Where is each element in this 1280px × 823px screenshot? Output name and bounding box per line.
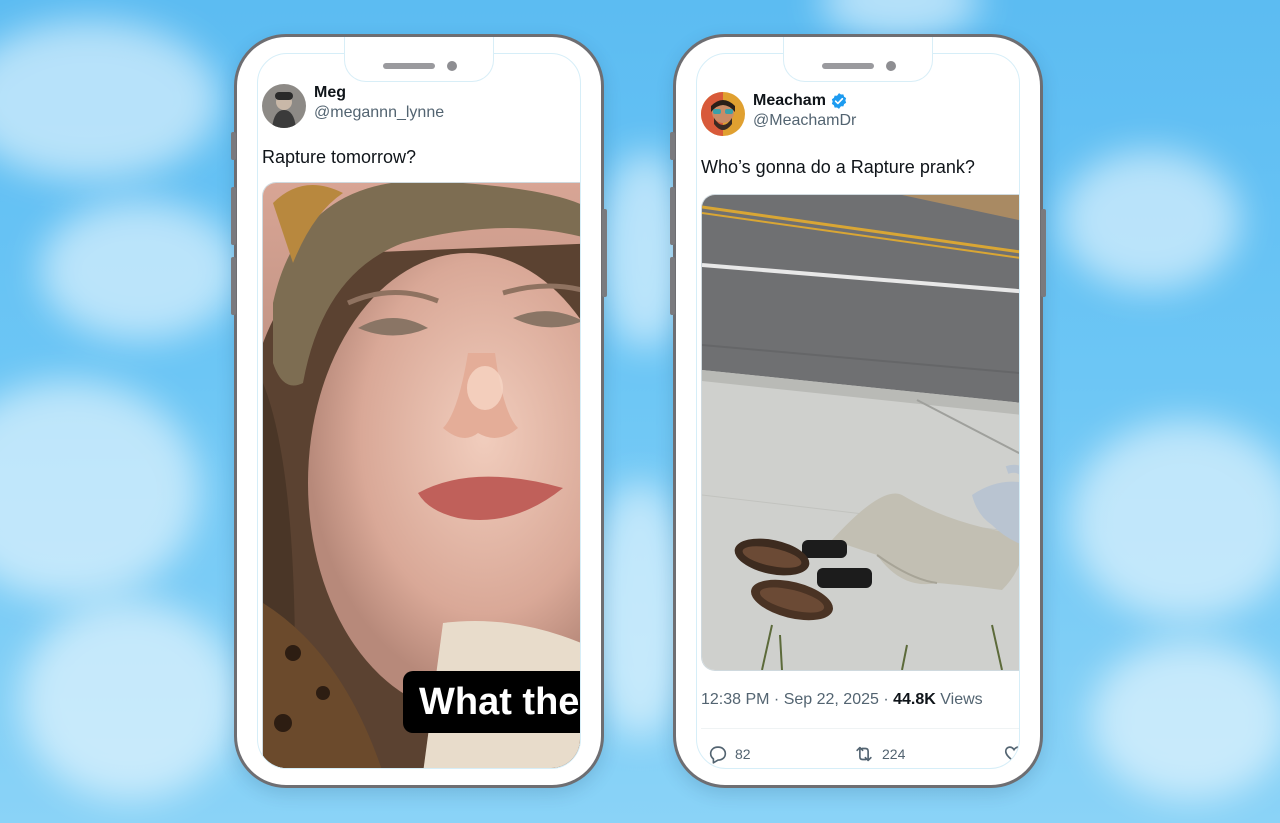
volume-up-button [670,187,675,245]
phone-frame-right: Meacham @MeachamDr Who’s gonna do a Rapt… [670,34,1046,788]
tweet-photo[interactable] [701,194,1019,671]
tweet-video[interactable]: What the [262,182,580,768]
display-name[interactable]: Meg [314,83,444,103]
phone-frame-left: Meg @megannn_lynne Rapture tomorrow? Wha… [231,34,607,788]
speaker-grill [822,63,874,69]
user-photo-avatar-icon [262,84,306,128]
tweet-text: Who’s gonna do a Rapture prank? [701,157,975,177]
speaker-grill [383,63,435,69]
mute-switch [231,132,236,160]
display-name[interactable]: Meacham [753,91,826,111]
video-caption: What the [403,671,580,733]
reply-icon [709,746,727,764]
retweet-button[interactable]: 224 [852,743,905,765]
views-count: 44.8K [893,691,936,708]
tweet-text: Rapture tomorrow? [262,147,417,167]
phone-notch [783,37,933,82]
volume-up-button [231,187,236,245]
front-camera [886,61,896,71]
volume-down-button [231,257,236,315]
volume-down-button [670,257,675,315]
tweet-time[interactable]: 12:38 PM · Sep 22, 2025 · [701,691,893,708]
reply-button[interactable]: 82 [707,743,751,765]
avatar[interactable] [262,84,306,128]
like-button[interactable] [1003,743,1019,765]
retweet-count: 224 [882,746,906,762]
reply-count: 82 [735,746,751,762]
verified-badge-icon [830,92,848,110]
video-caption-text: What the [419,680,580,723]
avatar[interactable] [701,92,745,136]
power-button [602,209,607,297]
tweet-screen: Meacham @MeachamDr Who’s gonna do a Rapt… [696,53,1020,769]
tweet-header: Meg @megannn_lynne [262,84,444,128]
tweet-timestamp: 12:38 PM · Sep 22, 2025 · 44.8K Views [701,691,983,709]
user-handle[interactable]: @megannn_lynne [314,103,444,123]
phone-notch [344,37,494,82]
front-camera [447,61,457,71]
power-button [1041,209,1046,297]
tweet-header: Meacham @MeachamDr [701,92,856,136]
user-photo-avatar-icon [701,92,745,136]
tweet-screen: Meg @megannn_lynne Rapture tomorrow? Wha… [257,53,581,769]
views-label: Views [935,691,983,708]
sidewalk-clothes-photo [702,195,1019,670]
user-handle[interactable]: @MeachamDr [753,111,856,131]
mute-switch [670,132,675,160]
retweet-icon [856,746,872,762]
divider [701,728,1019,729]
like-icon [1004,746,1019,763]
